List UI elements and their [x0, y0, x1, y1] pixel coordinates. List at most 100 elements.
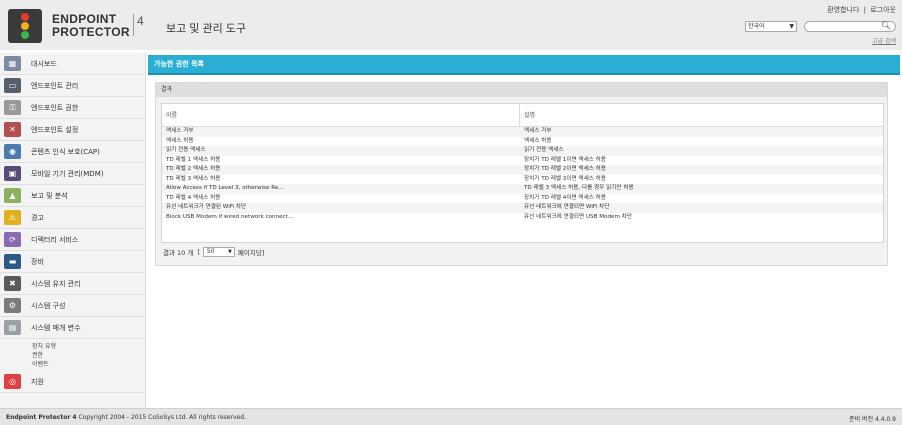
cell-name: Allow Access if TD Level 3, otherwise Re… — [166, 185, 284, 191]
maintenance-icon: ✖ — [4, 276, 21, 291]
table-row[interactable]: Block USB Modem if wired network connect… — [162, 213, 883, 223]
cell-description: 유선 네트워크에 연결되면 USB Modem 차단 — [524, 213, 632, 220]
top-links: 환영합니다 | 로그아웃 — [825, 5, 896, 15]
pager-bracket: [ — [197, 248, 200, 256]
column-header-description[interactable]: 설명 — [520, 104, 883, 126]
copyright: Endpoint Protector 4 Copyright 2004 - 20… — [6, 414, 246, 421]
sub-menu: 장치 유형 권한 이벤트 — [0, 339, 145, 371]
endpoint-management-icon: ▭ — [4, 78, 21, 93]
sidebar-item-label: 장비 — [31, 257, 44, 266]
parameters-icon: ▤ — [4, 320, 21, 335]
cell-name: 유선 네트워크가 연결된 WiFi 차단 — [166, 204, 247, 210]
chevron-down-icon: ▼ — [789, 23, 794, 30]
sidebar-item-support[interactable]: ◎ 지원 — [0, 371, 145, 393]
cell-description: 장치가 TD 레벨 2이면 액세스 허용 — [524, 166, 606, 172]
cell-name: TD 레벨 1 액세스 허용 — [166, 156, 221, 163]
page-size-value: 50 — [206, 248, 215, 255]
cell-description: 유선 네트워크에 연결되면 WiFi 차단 — [524, 204, 610, 210]
cell-name: 읽기 전용 액세스 — [166, 147, 206, 153]
search-input[interactable]: 🔍︎ — [804, 21, 896, 32]
dashboard-icon: ▦ — [4, 56, 21, 71]
brand-line2: PROTECTOR — [52, 25, 130, 39]
cell-description: 장치가 TD 레벨 3이면 액세스 허용 — [524, 175, 606, 182]
chevron-down-icon: ▼ — [228, 249, 232, 255]
sidebar-item-directory[interactable]: ⟳ 디렉터리 서비스 — [0, 229, 145, 251]
sub-menu-item[interactable]: 이벤트 — [32, 360, 145, 369]
sidebar: ▦ 대시보드 ▭ 엔드포인트 관리 ⚿ 엔드포인트 권한 ✕ 엔드포인트 설정 ◉ 콘텐츠 인식 … — [0, 53, 146, 408]
table-row[interactable]: Allow Access if TD Level 3, otherwise Re… — [162, 184, 883, 194]
results-count: 결과 10 개 — [163, 249, 194, 257]
brand-name: ENDPOINT PROTECTOR — [52, 13, 130, 39]
results-panel: 결과 이름 설명 액세스 거부 액세스 거부액세스 허용 액세스 허용읽기 전용 액… — [155, 82, 888, 266]
sidebar-item-parameters[interactable]: ▤ 시스템 매개 변수 — [0, 317, 145, 339]
footer-product: Endpoint Protector 4 — [6, 414, 77, 421]
cell-name: Block USB Modem if wired network connect… — [166, 213, 294, 220]
alerts-icon: ⚠ — [4, 210, 21, 225]
sidebar-item-label: 경고 — [31, 213, 44, 222]
configuration-icon: ⚙ — [4, 298, 21, 313]
search-icon[interactable]: 🔍︎ — [881, 21, 891, 30]
sidebar-item-reports[interactable]: ▲ 보고 및 분석 — [0, 185, 145, 207]
sidebar-item-label: 엔드포인트 설정 — [31, 125, 79, 134]
cell-name: 액세스 허용 — [166, 137, 194, 144]
advanced-search-link[interactable]: 고급 검색 — [872, 36, 896, 45]
sidebar-item-mdm[interactable]: ▣ 모바일 기기 관리(MDM) — [0, 163, 145, 185]
table-row[interactable]: 액세스 허용 액세스 허용 — [162, 137, 883, 147]
sidebar-item-label: 모바일 기기 관리(MDM) — [31, 169, 104, 178]
table-row[interactable]: 액세스 거부 액세스 거부 — [162, 127, 883, 137]
sidebar-item-endpoint-management[interactable]: ▭ 엔드포인트 관리 — [0, 75, 145, 97]
sidebar-item-label: 지원 — [31, 377, 44, 386]
cell-name: TD 레벨 2 액세스 허용 — [166, 166, 221, 172]
sidebar-item-configuration[interactable]: ⚙ 시스템 구성 — [0, 295, 145, 317]
cell-description: 액세스 허용 — [524, 137, 552, 144]
logout-link[interactable]: 로그아웃 — [870, 6, 896, 14]
pager: 결과 10 개 [ 50 ▼ 페이지당] — [163, 247, 264, 257]
footer: Endpoint Protector 4 Copyright 2004 - 20… — [0, 408, 902, 425]
section-title: 가능한 권한 목록 — [154, 60, 204, 68]
sidebar-item-endpoint-rights[interactable]: ⚿ 엔드포인트 권한 — [0, 97, 145, 119]
sub-menu-item[interactable]: 권한 — [32, 351, 145, 360]
table-row[interactable]: TD 레벨 2 액세스 허용 장치가 TD 레벨 2이면 액세스 허용 — [162, 165, 883, 175]
panel-title: 결과 — [156, 83, 887, 97]
table-row[interactable]: TD 레벨 3 액세스 허용 장치가 TD 레벨 3이면 액세스 허용 — [162, 175, 883, 185]
sidebar-item-label: 엔드포인트 권한 — [31, 103, 79, 112]
sidebar-item-label: 엔드포인트 관리 — [31, 81, 79, 90]
cell-description: 액세스 거부 — [524, 128, 552, 134]
sidebar-item-cap[interactable]: ◉ 콘텐츠 인식 보호(CAP) — [0, 141, 145, 163]
cell-name: 액세스 거부 — [166, 128, 194, 134]
sub-menu-item[interactable]: 장치 유형 — [32, 342, 145, 351]
language-select[interactable]: 한국어 ▼ — [745, 21, 797, 32]
sidebar-item-endpoint-settings[interactable]: ✕ 엔드포인트 설정 — [0, 119, 145, 141]
cell-name: TD 레벨 4 액세스 허용 — [166, 194, 221, 201]
sidebar-item-alerts[interactable]: ⚠ 경고 — [0, 207, 145, 229]
table-row[interactable]: 유선 네트워크가 연결된 WiFi 차단 유선 네트워크에 연결되면 WiFi 차… — [162, 203, 883, 213]
sidebar-item-maintenance[interactable]: ✖ 시스템 유지 관리 — [0, 273, 145, 295]
sidebar-item-label: 시스템 매개 변수 — [31, 323, 81, 332]
version-info: 준비 버전 4.4.0.9 — [849, 416, 896, 423]
cell-description: 읽기 전용 액세스 — [524, 147, 564, 153]
endpoint-settings-icon: ✕ — [4, 122, 21, 137]
cell-description: 장치가 TD 레벨 4이면 액세스 허용 — [524, 194, 606, 201]
traffic-light-logo-icon — [8, 9, 42, 43]
top-links-separator: | — [863, 6, 866, 14]
sidebar-item-label: 대시보드 — [31, 59, 57, 68]
cell-name: TD 레벨 3 액세스 허용 — [166, 175, 221, 182]
cap-icon: ◉ — [4, 144, 21, 159]
table-row[interactable]: 읽기 전용 액세스 읽기 전용 액세스 — [162, 146, 883, 156]
rights-table: 이름 설명 액세스 거부 액세스 거부 액세스 허용 액세스 허용 읽기 전용 액세스 읽… — [161, 103, 884, 243]
sidebar-item-dashboard[interactable]: ▦ 대시보드 — [0, 53, 145, 75]
mdm-icon: ▣ — [4, 166, 21, 181]
table-row[interactable]: TD 레벨 1 액세스 허용 장치가 TD 레벨 1이면 액세스 허용 — [162, 156, 883, 166]
appliance-icon: ▬ — [4, 254, 21, 269]
column-header-name[interactable]: 이름 — [162, 104, 520, 126]
sidebar-item-label: 보고 및 분석 — [31, 191, 68, 200]
section-title-bar: 가능한 권한 목록 — [148, 55, 900, 75]
table-row[interactable]: TD 레벨 4 액세스 허용 장치가 TD 레벨 4이면 액세스 허용 — [162, 194, 883, 204]
cell-description: TD 레벨 3 액세스 허용, 다를 경우 읽기만 허용 — [524, 185, 634, 191]
table-body: 액세스 거부 액세스 거부 액세스 허용 액세스 허용 읽기 전용 액세스 읽기 전용 액… — [162, 127, 883, 222]
footer-copyright: Copyright 2004 - 2015 CoSoSys Ltd. All r… — [78, 414, 246, 421]
page-size-select[interactable]: 50 ▼ — [202, 247, 235, 257]
sidebar-item-appliance[interactable]: ▬ 장비 — [0, 251, 145, 273]
brand-version: 4 — [133, 14, 144, 36]
page-title: 보고 및 관리 도구 — [166, 23, 247, 35]
